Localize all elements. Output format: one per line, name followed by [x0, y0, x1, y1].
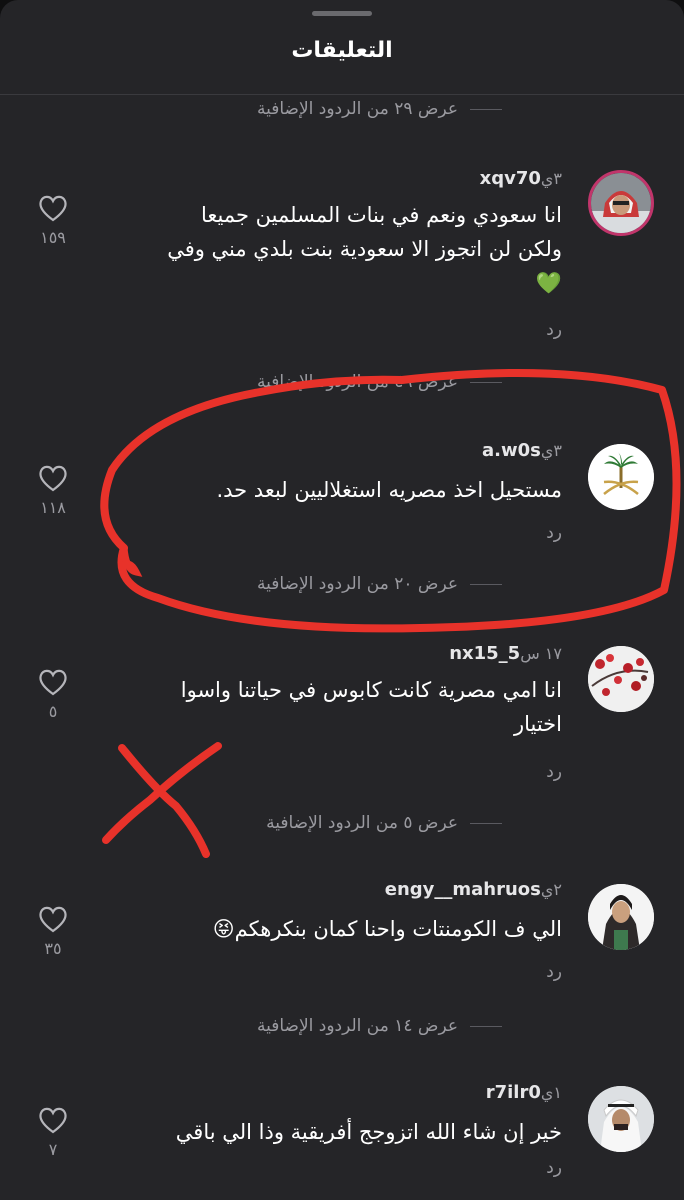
- username[interactable]: engy__mahruos: [385, 879, 541, 900]
- view-more-replies-label: عرض ٢٩ من الردود الإضافية: [256, 99, 458, 119]
- red-x-mark-stroke-2: [102, 742, 222, 844]
- divider: [470, 108, 502, 110]
- red-x-mark-stroke-1: [118, 744, 210, 858]
- view-more-replies-button[interactable]: عرض ٥ من الردود الإضافية: [266, 813, 502, 833]
- sheet-drag-handle[interactable]: [312, 11, 372, 16]
- comment-meta: xqv70٣ي: [470, 168, 562, 189]
- red-circle-annotation-stroke: [118, 544, 143, 577]
- avatar[interactable]: [588, 170, 654, 236]
- username[interactable]: r7ilr0: [486, 1082, 541, 1103]
- view-more-replies-button[interactable]: عرض ٢٠ من الردود الإضافية: [257, 574, 502, 594]
- comment-line: اختيار: [513, 712, 562, 736]
- heart-outline-icon: [39, 906, 67, 933]
- comment-text: انا امي مصرية كانت كابوس في حياتنا واسوا…: [122, 673, 562, 741]
- avatar-photo: [588, 646, 654, 712]
- like-count: ٣٥: [44, 939, 62, 958]
- like-button[interactable]: ١٥٩: [36, 194, 70, 247]
- comment-line: ولكن لن اتجوز الا سعودية بنت بلدي مني وف…: [167, 237, 562, 261]
- comment-line: خير إن شاء الله اتزوجج أفريقية وذا الي ب…: [175, 1120, 562, 1144]
- saudi-emblem-icon: [588, 444, 654, 510]
- comment-text: خير إن شاء الله اتزوجج أفريقية وذا الي ب…: [122, 1115, 562, 1149]
- avatar[interactable]: [588, 646, 654, 712]
- view-more-replies-label: عرض ١٤ من الردود الإضافية: [256, 1016, 458, 1036]
- timestamp: ١٧ س: [520, 644, 562, 663]
- like-count: ٧: [48, 1140, 58, 1159]
- like-button[interactable]: ٥: [36, 668, 70, 721]
- divider: [470, 381, 502, 383]
- avatar-photo: [588, 884, 654, 950]
- comment-text: مستحيل اخذ مصريه استغلاليين لبعد حد.: [122, 473, 562, 507]
- heart-outline-icon: [39, 195, 67, 222]
- divider: [470, 583, 502, 585]
- comments-sheet: التعليقات عرض ٢٩ من الردود الإضافية xqv7…: [0, 0, 684, 1200]
- avatar[interactable]: [588, 444, 654, 510]
- like-button[interactable]: ٣٥: [36, 905, 70, 958]
- avatar[interactable]: [588, 884, 654, 950]
- like-button[interactable]: ١١٨: [36, 464, 70, 517]
- timestamp: ٣ي: [540, 169, 562, 188]
- comment-line: انا سعودي ونعم في بنات المسلمين جميعا: [201, 203, 562, 227]
- like-count: ١٥٩: [40, 228, 66, 247]
- reply-button[interactable]: رد: [546, 1158, 562, 1178]
- username[interactable]: nx15_5: [449, 643, 520, 664]
- divider: [470, 1025, 502, 1027]
- like-count: ١١٨: [40, 498, 66, 517]
- comment-meta: r7ilr0١ي: [476, 1082, 562, 1103]
- comment-meta: a.w0s٣ي: [472, 440, 562, 461]
- heart-outline-icon: [39, 465, 67, 492]
- avatar-photo: [588, 1086, 654, 1152]
- comment-meta: nx15_5١٧ س: [439, 643, 562, 664]
- sheet-title: التعليقات: [291, 38, 393, 63]
- reply-button[interactable]: رد: [546, 523, 562, 543]
- divider: [470, 822, 502, 824]
- comment-meta: engy__mahruos٢ي: [375, 879, 562, 900]
- avatar[interactable]: [588, 1086, 654, 1152]
- header-divider: [0, 94, 684, 95]
- reply-button[interactable]: رد: [546, 962, 562, 982]
- view-more-replies-button[interactable]: عرض ٤٩ من الردود الإضافية: [257, 372, 502, 392]
- like-count: ٥: [48, 702, 58, 721]
- reply-button[interactable]: رد: [546, 320, 562, 340]
- comment-text: الي ف الكومنتات واحنا كمان بنكرهكم😝: [122, 912, 562, 946]
- timestamp: ١ي: [540, 1083, 562, 1102]
- timestamp: ٣ي: [540, 441, 562, 460]
- view-more-replies-label: عرض ٤٩ من الردود الإضافية: [256, 372, 458, 392]
- comment-line: انا امي مصرية كانت كابوس في حياتنا واسوا: [180, 678, 562, 702]
- comment-line: 💚: [535, 271, 562, 295]
- view-more-replies-button[interactable]: عرض ٢٩ من الردود الإضافية: [257, 99, 502, 119]
- comment-text: انا سعودي ونعم في بنات المسلمين جميعا ول…: [122, 198, 562, 300]
- reply-button[interactable]: رد: [546, 762, 562, 782]
- view-more-replies-button[interactable]: عرض ١٤ من الردود الإضافية: [257, 1016, 502, 1036]
- view-more-replies-label: عرض ٥ من الردود الإضافية: [266, 813, 458, 833]
- timestamp: ٢ي: [540, 880, 562, 899]
- like-button[interactable]: ٧: [36, 1106, 70, 1159]
- username[interactable]: xqv70: [480, 168, 541, 189]
- heart-outline-icon: [39, 1107, 67, 1134]
- comment-line: مستحيل اخذ مصريه استغلاليين لبعد حد.: [216, 478, 562, 502]
- view-more-replies-label: عرض ٢٠ من الردود الإضافية: [256, 574, 458, 594]
- heart-outline-icon: [39, 669, 67, 696]
- avatar-photo: [591, 173, 651, 233]
- username[interactable]: a.w0s: [482, 440, 541, 461]
- comment-line: الي ف الكومنتات واحنا كمان بنكرهكم😝: [212, 917, 562, 941]
